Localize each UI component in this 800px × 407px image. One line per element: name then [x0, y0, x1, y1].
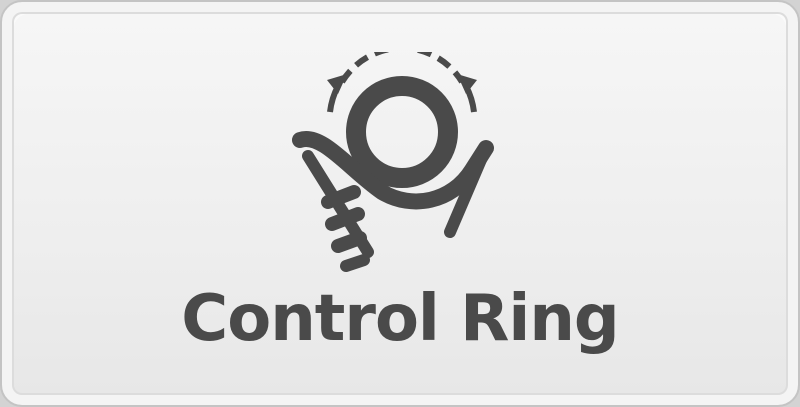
control-ring-button[interactable]: Control Ring [0, 0, 800, 407]
button-label: Control Ring [181, 282, 619, 356]
control-ring-icon [292, 52, 494, 272]
